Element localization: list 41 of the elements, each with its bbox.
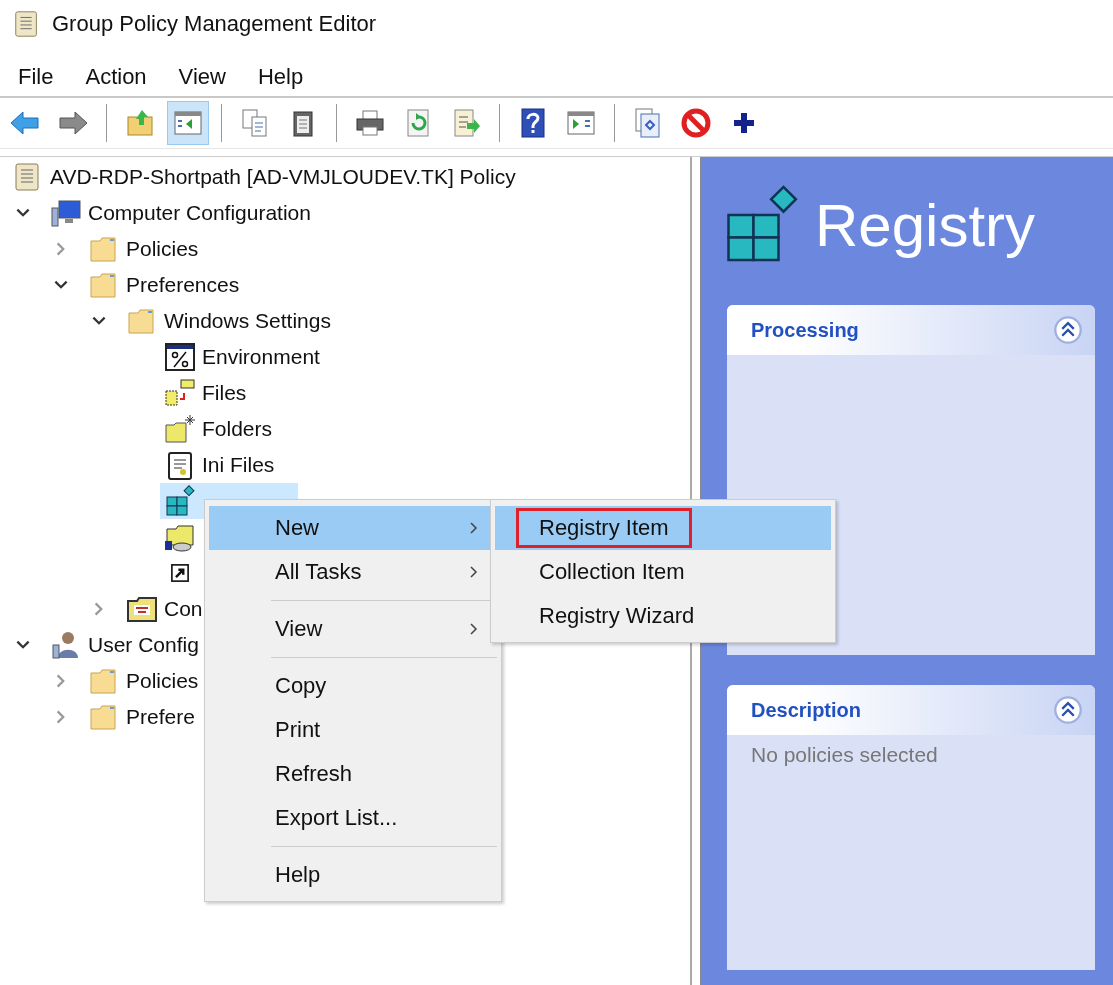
- menu-item[interactable]: Copy: [209, 664, 497, 708]
- menu-item[interactable]: File: [18, 64, 54, 90]
- menu-item[interactable]: Help: [209, 853, 497, 897]
- files-icon: [164, 377, 196, 409]
- tree-item[interactable]: Environment: [160, 339, 324, 375]
- tree-item[interactable]: Policies: [84, 231, 203, 267]
- menu-item[interactable]: All Tasks: [209, 550, 497, 594]
- menu-item[interactable]: Export List...: [209, 796, 497, 840]
- window-title: Group Policy Management Editor: [52, 11, 377, 37]
- tree-item[interactable]: Windows Settings: [122, 303, 335, 339]
- collapse-icon[interactable]: [1053, 695, 1083, 725]
- tree-item[interactable]: Policies: [84, 663, 203, 699]
- menu-item[interactable]: Help: [257, 64, 304, 90]
- tree-item[interactable]: Ini Files: [160, 447, 279, 483]
- panel-text: No policies selected: [750, 742, 939, 768]
- tree-item[interactable]: Computer Configuration: [46, 195, 315, 231]
- details-title: Registry: [815, 190, 1036, 260]
- tree-item[interactable]: Folders: [160, 411, 277, 447]
- menu-item[interactable]: Registry Wizard: [495, 594, 831, 638]
- tree-item[interactable]: Files: [160, 375, 251, 411]
- menu-item[interactable]: Refresh: [209, 752, 497, 796]
- tree-item[interactable]: Preferences: [84, 267, 244, 303]
- computer-icon: [50, 197, 82, 229]
- menu-item[interactable]: Collection Item: [495, 550, 831, 594]
- tree-item[interactable]: User Config: [46, 627, 203, 663]
- panel-title: Description: [751, 698, 862, 722]
- menu-item[interactable]: Print: [209, 708, 497, 752]
- cubes-icon: [164, 485, 196, 517]
- tree-item[interactable]: AVD-RDP-Shortpath [AD-VMJLOUDEV.TK] Policy: [8, 159, 520, 195]
- menu-item[interactable]: Registry Item: [495, 506, 831, 550]
- printer-icon: [354, 107, 386, 139]
- tree-item[interactable]: Prefere: [84, 699, 199, 735]
- menu-item[interactable]: View: [209, 607, 497, 651]
- panel-title: Processing: [751, 318, 859, 342]
- folder-sparkle-icon: [164, 413, 196, 445]
- menu-item[interactable]: Action: [85, 64, 147, 90]
- menu-item[interactable]: View: [178, 64, 226, 90]
- stop-icon: [680, 107, 712, 139]
- tree-item[interactable]: Con: [122, 591, 207, 627]
- collapse-icon[interactable]: [1053, 315, 1083, 345]
- window-percent-icon: [164, 341, 196, 373]
